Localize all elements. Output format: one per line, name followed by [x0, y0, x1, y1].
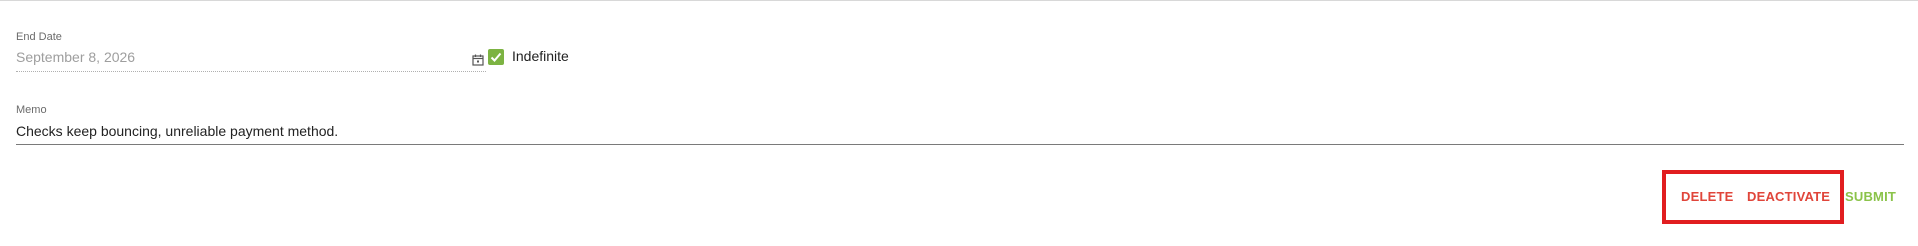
submit-button[interactable]: SUBMIT — [1845, 189, 1896, 204]
indefinite-checkbox[interactable] — [488, 49, 504, 65]
checkmark-icon — [490, 52, 502, 62]
memo-underline — [16, 144, 1904, 145]
memo-input[interactable]: Checks keep bouncing, unreliable payment… — [16, 123, 338, 139]
top-divider — [0, 0, 1918, 1]
memo-label: Memo — [16, 104, 47, 116]
end-date-underline — [16, 71, 486, 72]
delete-button[interactable]: DELETE — [1681, 189, 1733, 204]
deactivate-button[interactable]: DEACTIVATE — [1747, 189, 1830, 204]
end-date-label: End Date — [16, 31, 62, 43]
end-date-field[interactable]: September 8, 2026 — [16, 49, 135, 65]
calendar-icon[interactable] — [472, 54, 484, 66]
indefinite-label[interactable]: Indefinite — [512, 48, 569, 64]
